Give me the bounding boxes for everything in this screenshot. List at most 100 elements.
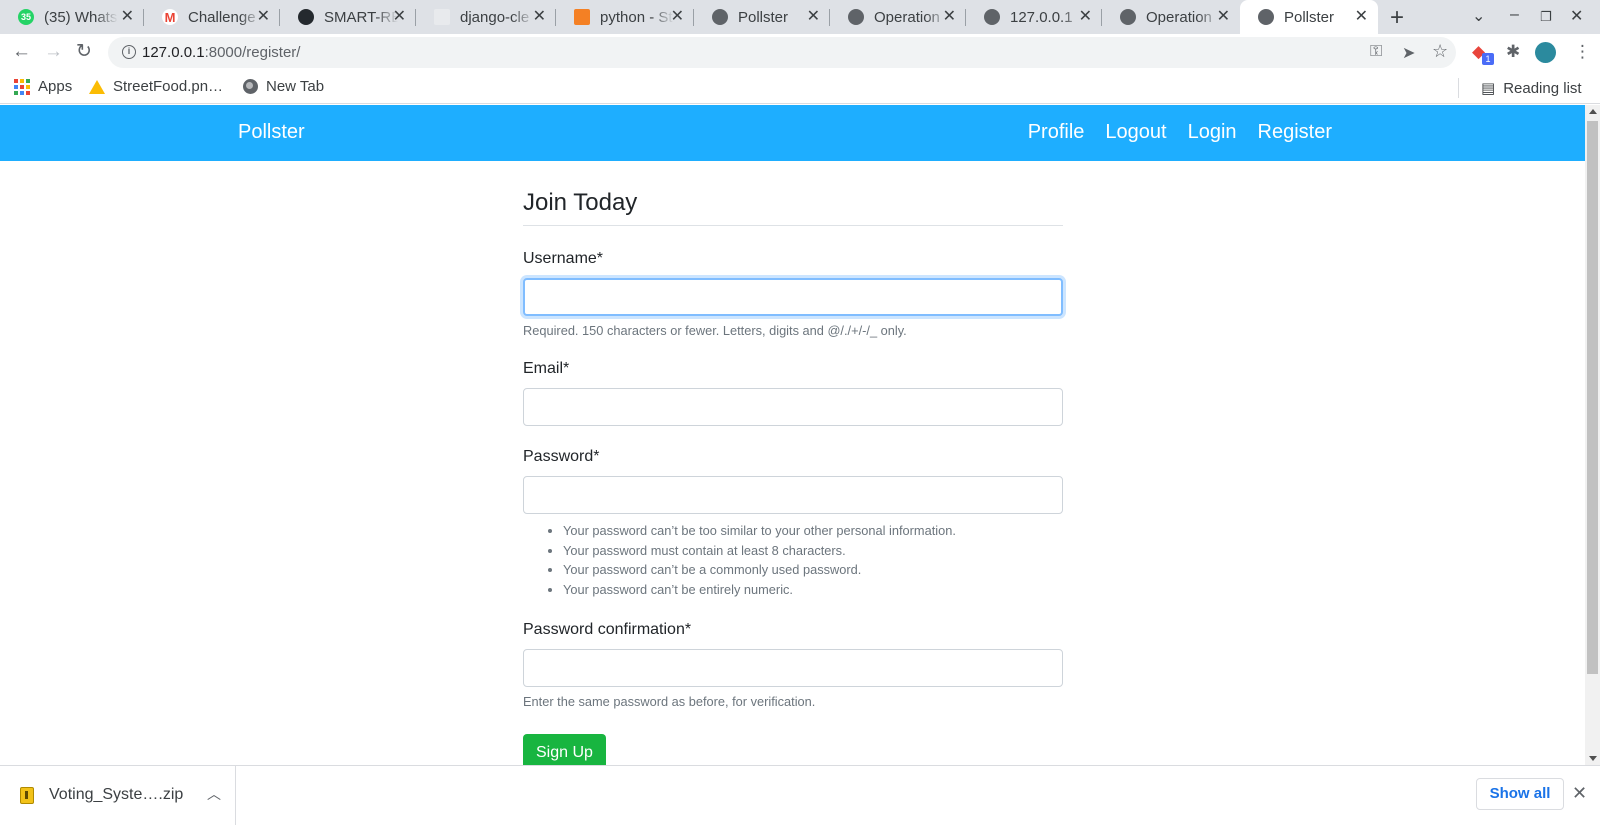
more-menu-icon[interactable]: ⋮ — [1574, 42, 1591, 62]
page-viewport: Pollster Profile Logout Login Register J… — [0, 105, 1600, 765]
restore-icon[interactable]: ❐ — [1540, 9, 1552, 25]
tab-gmail[interactable]: M Challenge ✕ — [144, 0, 280, 34]
close-icon[interactable]: ✕ — [671, 9, 684, 25]
address-bar[interactable]: i 127.0.0.1:8000/register/ ⚿ ➤ ☆ — [108, 37, 1456, 68]
key-icon[interactable]: ⚿ — [1370, 43, 1382, 61]
gmail-icon: M — [162, 9, 178, 25]
bookmark-apps[interactable]: Apps — [14, 78, 72, 95]
tab-strip: 35 (35) WhatsApp ✕ M Challenge ✕ SMART-R… — [0, 0, 1600, 34]
reload-icon[interactable]: ↻ — [76, 42, 92, 62]
show-all-button[interactable]: Show all — [1476, 778, 1564, 810]
password-confirmation-group: Password confirmation* Enter the same pa… — [523, 621, 1063, 709]
star-icon[interactable]: ☆ — [1432, 41, 1448, 62]
username-field[interactable] — [523, 278, 1063, 316]
page-scrollbar[interactable] — [1585, 105, 1600, 765]
password-rule: Your password can’t be a commonly used p… — [563, 560, 1063, 580]
tab-search-chevron-icon[interactable]: ⌄ — [1472, 6, 1485, 26]
close-icon[interactable]: ✕ — [533, 9, 546, 25]
close-icon[interactable]: ✕ — [807, 9, 820, 25]
zip-file-icon — [20, 787, 34, 804]
tab-whatsapp[interactable]: 35 (35) WhatsApp ✕ — [0, 0, 144, 34]
tab-localhost[interactable]: 127.0.0.1 ✕ — [966, 0, 1102, 34]
register-form: Join Today Username* Required. 150 chara… — [523, 189, 1063, 731]
apps-grid-icon — [14, 78, 30, 95]
scroll-down-icon[interactable] — [1589, 756, 1597, 761]
close-icon[interactable]: ✕ — [1079, 9, 1092, 25]
close-icon[interactable]: ✕ — [1217, 9, 1230, 25]
globe-icon — [848, 9, 864, 25]
page-icon — [434, 9, 450, 25]
download-filename: Voting_Syste….zip — [49, 786, 184, 803]
close-icon[interactable]: ✕ — [257, 9, 270, 25]
bookmark-label: Apps — [38, 78, 73, 95]
reading-list-icon: ▤ — [1481, 80, 1496, 97]
tab-stackoverflow[interactable]: python - St ✕ — [556, 0, 694, 34]
avatar[interactable] — [1535, 42, 1556, 63]
close-icon[interactable]: ✕ — [943, 9, 956, 25]
download-shelf: Voting_Syste….zip ︿ Show all ✕ — [0, 765, 1600, 825]
puzzle-icon[interactable]: ✱ — [1506, 42, 1520, 62]
nav-links: Profile Logout Login Register — [1007, 121, 1332, 144]
close-icon[interactable]: ✕ — [393, 9, 406, 25]
window-close-icon[interactable]: ✕ — [1570, 6, 1583, 26]
url-path: :8000/register/ — [204, 44, 301, 61]
info-icon[interactable]: i — [122, 45, 136, 59]
password-group: Password* Your password can’t be too sim… — [523, 448, 1063, 599]
email-group: Email* — [523, 360, 1063, 426]
username-label: Username* — [523, 250, 604, 267]
nav-profile[interactable]: Profile — [1028, 121, 1085, 144]
browser-toolbar: ← → ↻ i 127.0.0.1:8000/register/ ⚿ ➤ ☆ — [0, 34, 1600, 72]
password-rule: Your password can’t be too similar to yo… — [563, 521, 1063, 541]
bookmark-streetfood[interactable]: StreetFood.pn… — [89, 78, 223, 95]
tab-title: (35) WhatsApp — [44, 8, 118, 26]
bookmark-label: New Tab — [266, 78, 325, 95]
email-field[interactable] — [523, 388, 1063, 426]
scroll-thumb[interactable] — [1587, 121, 1598, 674]
close-icon[interactable]: ✕ — [121, 9, 134, 25]
url-host: 127.0.0.1 — [142, 44, 205, 61]
password-confirmation-label: Password confirmation* — [523, 621, 692, 638]
url-text[interactable]: 127.0.0.1:8000/register/ — [142, 44, 300, 61]
google-drive-icon — [89, 79, 105, 94]
password-field[interactable] — [523, 476, 1063, 514]
back-arrow-icon[interactable]: ← — [12, 42, 31, 62]
send-icon[interactable]: ➤ — [1402, 43, 1415, 63]
nav-login[interactable]: Login — [1188, 121, 1237, 144]
tab-title: python - St — [600, 8, 673, 26]
whatsapp-icon: 35 — [18, 9, 34, 25]
tab-title: Operation — [1146, 8, 1212, 26]
scroll-up-icon[interactable] — [1589, 109, 1597, 114]
tab-pollster-active[interactable]: Pollster ✕ — [1240, 0, 1378, 34]
bookmarks-bar: Apps StreetFood.pn… New Tab ▤ Reading li… — [0, 72, 1600, 104]
github-icon — [298, 9, 314, 25]
nav-logout[interactable]: Logout — [1105, 121, 1166, 144]
bookmark-newtab[interactable]: New Tab — [243, 78, 324, 95]
tab-pollster[interactable]: Pollster ✕ — [694, 0, 830, 34]
password-rule: Your password must contain at least 8 ch… — [563, 541, 1063, 561]
site-brand[interactable]: Pollster — [238, 121, 305, 144]
forward-arrow-icon[interactable]: → — [44, 42, 63, 62]
tab-operation[interactable]: Operation ✕ — [830, 0, 966, 34]
globe-icon — [984, 9, 1000, 25]
password-label: Password* — [523, 448, 600, 465]
reading-list[interactable]: ▤ Reading list — [1458, 78, 1582, 98]
site-navbar: Pollster Profile Logout Login Register — [0, 105, 1585, 161]
tab-django[interactable]: django-cle ✕ — [416, 0, 556, 34]
close-icon[interactable]: ✕ — [1572, 783, 1587, 804]
tab-github[interactable]: SMART-REA ✕ — [280, 0, 416, 34]
stackoverflow-icon — [574, 9, 590, 25]
download-item[interactable]: Voting_Syste….zip ︿ — [0, 766, 236, 825]
new-tab-plus-icon[interactable]: + — [1390, 4, 1404, 32]
password-confirmation-field[interactable] — [523, 649, 1063, 687]
nav-register[interactable]: Register — [1258, 121, 1332, 144]
tab-operation-2[interactable]: Operation ✕ — [1102, 0, 1240, 34]
globe-icon — [1258, 9, 1274, 25]
minimize-icon[interactable]: – — [1510, 6, 1519, 24]
tab-title: Pollster — [738, 8, 789, 26]
form-legend: Join Today — [523, 189, 1063, 226]
sign-up-button[interactable]: Sign Up — [523, 734, 606, 765]
close-icon[interactable]: ✕ — [1355, 9, 1368, 25]
tab-title: Pollster — [1284, 8, 1335, 26]
password-confirmation-help: Enter the same password as before, for v… — [523, 694, 816, 709]
chevron-up-icon[interactable]: ︿ — [207, 784, 221, 804]
